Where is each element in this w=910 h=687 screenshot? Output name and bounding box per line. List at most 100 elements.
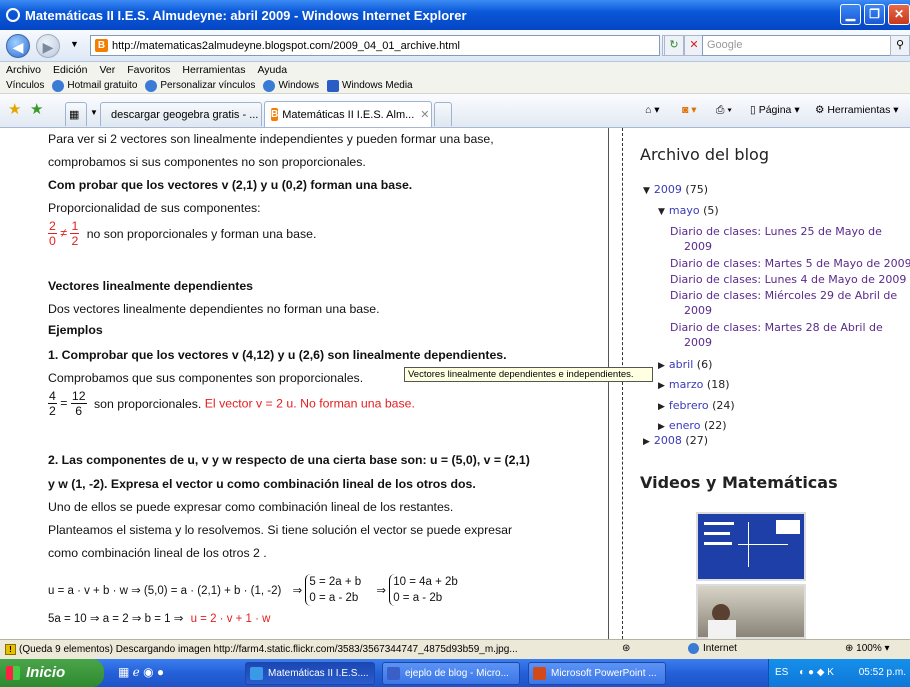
- divider: [622, 128, 623, 639]
- taskbar-item-ie[interactable]: Matemáticas II I.E.S....: [245, 662, 375, 685]
- paragraph: comprobamos si sus componentes no son pr…: [48, 155, 366, 169]
- proportion-line: 42 = 12 6 son proporcionales. El vector v…: [48, 389, 415, 418]
- home-icon[interactable]: ⌂ ▾: [645, 104, 660, 116]
- equation-line: u = a · v + b · w ⇒ (5,0) = a · (2,1) + …: [48, 574, 458, 606]
- quicklaunch-icons[interactable]: ▦ ℯ ◉ ●: [118, 665, 164, 679]
- language-indicator[interactable]: ES: [775, 667, 788, 678]
- ie-page-icon: [145, 79, 158, 92]
- conclusion-text: El vector v = 2 u. No forman una base.: [204, 396, 415, 411]
- tab-list-dropdown-icon[interactable]: ▼: [90, 108, 98, 117]
- menu-ayuda[interactable]: Ayuda: [257, 64, 287, 76]
- tooltip: Vectores linealmente dependientes e inde…: [404, 367, 653, 382]
- maximize-button[interactable]: ❐: [864, 4, 885, 25]
- tab-matematicas[interactable]: B Matemáticas II I.E.S. Alm... ✕: [264, 101, 432, 127]
- taskbar-item-powerpoint[interactable]: Microsoft PowerPoint ...: [528, 662, 666, 685]
- page-menu-button[interactable]: ▯ Página ▾: [750, 104, 800, 116]
- fraction: 20: [48, 219, 57, 248]
- tab-geogebra[interactable]: descargar geogebra gratis - ...: [100, 102, 262, 126]
- divider: [608, 128, 609, 639]
- paragraph: Proporcionalidad de sus componentes:: [48, 201, 261, 215]
- menu-herramientas[interactable]: Herramientas: [182, 64, 245, 76]
- example-heading: y w (1, -2). Expresa el vector u como co…: [48, 477, 476, 491]
- eq-sign: =: [60, 395, 68, 410]
- link-hotmail[interactable]: Hotmail gratuito: [67, 80, 137, 91]
- tools-menu-button[interactable]: ⚙ Herramientas ▾: [815, 104, 899, 116]
- close-button[interactable]: ✕: [888, 4, 910, 25]
- post-link[interactable]: 2009: [684, 336, 712, 349]
- result-equation: u = 2 · v + 1 · w: [190, 613, 271, 625]
- post-link[interactable]: 2009: [684, 240, 712, 253]
- tab-geogebra-label: descargar geogebra gratis - ...: [111, 108, 259, 121]
- refresh-button[interactable]: ↻: [664, 35, 684, 56]
- search-input[interactable]: Google: [702, 35, 892, 56]
- menu-edicion[interactable]: Edición: [53, 64, 87, 76]
- minimize-button[interactable]: ▁: [840, 4, 861, 25]
- video-thumbnail-classroom[interactable]: [696, 584, 806, 642]
- post-link[interactable]: Diario de clases: Lunes 4 de Mayo de 200…: [670, 273, 906, 286]
- post-link[interactable]: 2009: [684, 304, 712, 317]
- back-button[interactable]: ◀: [6, 33, 30, 58]
- search-icon[interactable]: ⚲: [890, 35, 910, 56]
- example-heading: 2. Las componentes de u, v y w respecto …: [48, 453, 530, 467]
- paragraph: como combinación lineal de los otros 2 .: [48, 546, 267, 560]
- post-link[interactable]: Diario de clases: Martes 5 de Mayo de 20…: [670, 257, 910, 270]
- blogger-favicon-icon: B: [271, 108, 279, 121]
- navigation-bar: ◀ ▶ ▼ B http://matematicas2almudeyne.blo…: [0, 30, 910, 62]
- quick-tabs-button[interactable]: ▦: [65, 102, 87, 126]
- archive-month-febrero[interactable]: ▶ febrero (24): [658, 399, 735, 412]
- privacy-icon[interactable]: ⊛: [622, 643, 630, 654]
- add-favorite-icon[interactable]: ★: [30, 100, 43, 118]
- archive-title: Archivo del blog: [640, 145, 769, 164]
- post-link[interactable]: Diario de clases: Martes 28 de Abril de: [670, 321, 883, 334]
- link-personalizar[interactable]: Personalizar vínculos: [160, 80, 255, 91]
- paragraph: Planteamos el sistema y lo resolvemos. S…: [48, 523, 513, 537]
- post-link[interactable]: Diario de clases: Miércoles 29 de Abril …: [670, 289, 897, 302]
- archive-month-mayo[interactable]: ▼ mayo (5): [658, 204, 719, 217]
- window-title: Matemáticas II I.E.S. Almudeyne: abril 2…: [25, 7, 467, 23]
- archive-month-enero[interactable]: ▶ enero (22): [658, 419, 727, 432]
- fraction: 12: [70, 219, 80, 248]
- fraction: 42: [48, 389, 57, 418]
- archive-year-2008[interactable]: ▶ 2008 (27): [643, 434, 708, 447]
- tab-close-icon[interactable]: ✕: [420, 108, 429, 121]
- example-heading: Com probar que los vectores v (2,1) y u …: [48, 178, 413, 192]
- video-thumbnail-slides[interactable]: [696, 512, 806, 581]
- history-dropdown-icon[interactable]: ▼: [70, 39, 79, 49]
- menu-archivo[interactable]: Archivo: [6, 64, 41, 76]
- menu-ver[interactable]: Ver: [99, 64, 115, 76]
- print-icon[interactable]: ⎙ ▾: [716, 104, 732, 117]
- menu-favoritos[interactable]: Favoritos: [127, 64, 170, 76]
- section-heading: Ejemplos: [48, 323, 103, 337]
- stop-button[interactable]: ✕: [684, 35, 704, 56]
- tab-bar: ★ ★ ▦ ▼ descargar geogebra gratis - ... …: [0, 94, 910, 128]
- archive-year-2009[interactable]: ▼ 2009 (75): [643, 183, 708, 196]
- link-windows-media[interactable]: Windows Media: [342, 80, 413, 91]
- favorites-star-icon[interactable]: ★: [8, 100, 21, 118]
- window-titlebar: Matemáticas II I.E.S. Almudeyne: abril 2…: [0, 0, 910, 30]
- system-tray: ES ◐ ● ◆ K 05:52 p.m.: [768, 659, 910, 687]
- zoom-control[interactable]: ⊕ 100% ▾: [845, 643, 890, 654]
- menu-bar: Archivo Edición Ver Favoritos Herramient…: [0, 62, 910, 78]
- archive-month-marzo[interactable]: ▶ marzo (18): [658, 378, 730, 391]
- start-button[interactable]: Inicio: [0, 659, 104, 687]
- paragraph: son proporcionales.: [93, 396, 202, 411]
- security-zone[interactable]: Internet: [688, 643, 737, 654]
- taskbar-item-word[interactable]: ejeplo de blog - Micro...: [382, 662, 520, 685]
- forward-button[interactable]: ▶: [36, 33, 60, 58]
- tray-icons[interactable]: ◐ ● ◆ K: [799, 667, 834, 678]
- windows-logo-icon: [6, 666, 20, 680]
- equation: u = a · v + b · w ⇒ (5,0) = a · (2,1) + …: [48, 585, 282, 597]
- system-1: 5 = 2a + b0 = a - 2b: [305, 574, 361, 606]
- address-bar[interactable]: B http://matematicas2almudeyne.blogspot.…: [90, 35, 660, 56]
- new-tab-button[interactable]: [434, 102, 452, 126]
- address-url: http://matematicas2almudeyne.blogspot.co…: [112, 39, 460, 52]
- feeds-icon[interactable]: ◙ ▾: [682, 104, 697, 116]
- ie-page-icon: [263, 79, 276, 92]
- ie-icon: [6, 8, 20, 22]
- section-heading: Vectores linealmente dependientes: [48, 279, 254, 293]
- post-link[interactable]: Diario de clases: Lunes 25 de Mayo de: [670, 225, 882, 238]
- archive-month-abril[interactable]: ▶ abril (6): [658, 358, 712, 371]
- globe-icon: [688, 643, 699, 654]
- blogger-favicon-icon: B: [95, 39, 108, 52]
- link-windows[interactable]: Windows: [278, 80, 319, 91]
